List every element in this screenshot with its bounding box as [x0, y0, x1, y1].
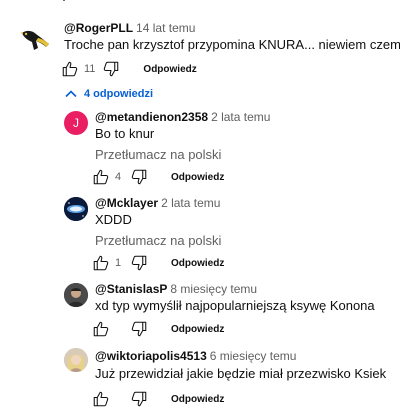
reply-button[interactable]: Odpowiedz: [143, 64, 196, 75]
author-name[interactable]: @RogerPLL: [64, 21, 133, 35]
reply-item: J @metandienon2358 2 lata temu Bo to knur…: [0, 105, 400, 190]
bird-avatar-icon: [16, 20, 56, 60]
avatar[interactable]: [16, 20, 56, 60]
dislike-button[interactable]: [129, 389, 149, 409]
comment-header: @RogerPLL 14 lat temu: [64, 21, 195, 35]
thumbs-up-icon: [93, 391, 109, 407]
like-count: 1: [115, 257, 122, 269]
thumbs-up-icon: [93, 321, 109, 337]
reply-header: @wiktoriapolis4513 6 miesięcy temu: [95, 349, 296, 363]
comment-thread-root: @RogerPLL 14 lat temu Troche pan krzyszto…: [0, 0, 400, 85]
avatar[interactable]: J: [64, 111, 88, 135]
reply-text: Bo to knur: [95, 126, 155, 141]
reply-button[interactable]: Odpowiedz: [171, 258, 224, 269]
avatar-letter: J: [73, 116, 79, 130]
thumbs-down-icon: [104, 61, 119, 77]
comment-actions: 11 Odpowiedz: [60, 59, 197, 79]
author-name[interactable]: @StanislasP: [95, 282, 167, 296]
like-button[interactable]: [91, 389, 111, 409]
replies-toggle-button[interactable]: 4 odpowiedzi: [64, 87, 153, 101]
thumbs-down-icon: [131, 255, 147, 271]
reply-header: @StanislasP 8 miesięcy temu: [95, 282, 257, 296]
comment-text: Troche pan krzysztof przypomina KNURA...…: [64, 37, 400, 52]
comment-time[interactable]: 2 lata temu: [211, 110, 270, 124]
thumbs-up-icon: [93, 255, 109, 271]
reply-header: @metandienon2358 2 lata temu: [95, 110, 270, 124]
dislike-button[interactable]: [101, 59, 121, 79]
dislike-button[interactable]: [129, 319, 149, 339]
chevron-up-icon: [65, 90, 77, 98]
thumbs-up-icon: [93, 169, 109, 185]
person-avatar-icon: [64, 283, 88, 307]
author-name[interactable]: @wiktoriapolis4513: [95, 349, 207, 363]
dislike-button[interactable]: [129, 167, 149, 187]
dislike-button[interactable]: [129, 253, 149, 273]
like-count: 11: [84, 63, 96, 75]
reply-item: @StanislasP 8 miesięcy temu xd typ wymyśl…: [0, 277, 400, 343]
reply-button[interactable]: Odpowiedz: [171, 394, 224, 405]
reply-item: @Mcklayer 2 lata temu XDDD Przetłumacz na…: [0, 191, 400, 276]
reply-item: @wiktoriapolis4513 6 miesięcy temu Już pr…: [0, 344, 400, 419]
thumbs-up-icon: [62, 61, 78, 77]
avatar[interactable]: [64, 197, 88, 221]
like-button[interactable]: [60, 59, 80, 79]
avatar[interactable]: [64, 283, 88, 307]
reply-button[interactable]: Odpowiedz: [171, 324, 224, 335]
like-button[interactable]: [91, 319, 111, 339]
like-count: 4: [115, 171, 122, 183]
reply-actions: Odpowiedz: [91, 389, 224, 409]
replies-count-label: 4 odpowiedzi: [84, 88, 154, 100]
reply-button[interactable]: Odpowiedz: [171, 172, 224, 183]
person-avatar-icon: [64, 348, 88, 372]
reply-text: xd typ wymyślił najpopularniejszą ksywę …: [95, 298, 375, 313]
reply-header: @Mcklayer 2 lata temu: [95, 196, 220, 210]
reply-text: Już przewidział jakie będzie miał przezw…: [95, 366, 387, 381]
translate-button[interactable]: Przetłumacz na polski: [95, 233, 221, 249]
like-button[interactable]: [91, 167, 111, 187]
thumbs-down-icon: [131, 391, 147, 407]
comment-time[interactable]: 8 miesięcy temu: [170, 282, 257, 296]
comment-time[interactable]: 2 lata temu: [161, 196, 220, 210]
reply-actions: 1 Odpowiedz: [91, 253, 224, 273]
avatar[interactable]: [64, 348, 88, 372]
space-avatar-icon: [64, 197, 88, 221]
thumbs-down-icon: [131, 321, 147, 337]
translate-button[interactable]: Przetłumacz na polski: [95, 147, 221, 163]
author-name[interactable]: @Mcklayer: [95, 196, 158, 210]
thumbs-down-icon: [131, 169, 147, 185]
comment-time[interactable]: 14 lat temu: [136, 21, 195, 35]
reply-actions: Odpowiedz: [91, 319, 224, 339]
author-name[interactable]: @metandienon2358: [95, 110, 208, 124]
reply-actions: 4 Odpowiedz: [91, 167, 224, 187]
comment-time[interactable]: 6 miesięcy temu: [210, 349, 297, 363]
reply-text: XDDD: [95, 212, 132, 227]
like-button[interactable]: [91, 253, 111, 273]
